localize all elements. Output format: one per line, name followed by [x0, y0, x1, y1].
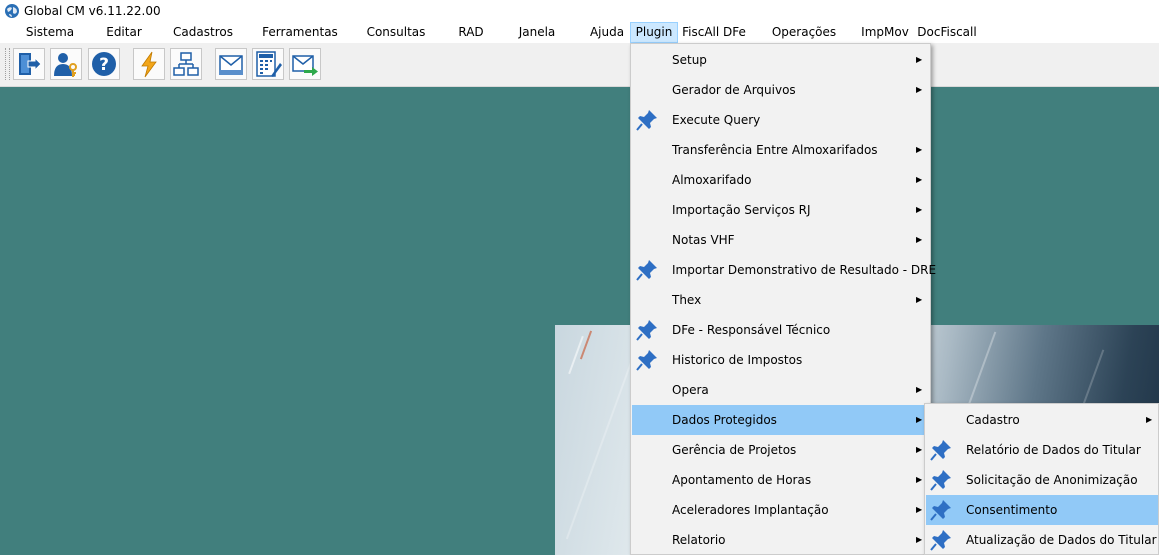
submenu-item-cadastro[interactable]: Cadastro ▶: [926, 405, 1158, 435]
inbox-mail-icon: [219, 55, 243, 75]
chevron-right-icon: ▶: [916, 295, 923, 304]
exit-button[interactable]: [13, 48, 45, 80]
calculator-edit-icon: [256, 51, 282, 77]
chevron-right-icon: ▶: [916, 385, 923, 394]
window-title: Global CM v6.11.22.00: [24, 4, 161, 18]
chevron-right-icon: ▶: [1146, 415, 1153, 424]
submenu-item-solicitacao-anonimizacao[interactable]: Solicitação de Anonimização: [926, 465, 1158, 495]
menu-docfiscall[interactable]: DocFiscall: [916, 22, 978, 43]
globe-icon: [5, 4, 19, 18]
menu-janela[interactable]: Janela: [514, 22, 560, 43]
org-chart-button[interactable]: [170, 48, 202, 80]
menu-item-historico-de-impostos[interactable]: Historico de Impostos: [632, 345, 929, 375]
lightning-icon: [141, 51, 157, 78]
submenu-item-relatorio-dados-titular[interactable]: Relatório de Dados do Titular: [926, 435, 1158, 465]
chevron-right-icon: ▶: [916, 235, 923, 244]
menu-item-aceleradores-implantacao[interactable]: Aceleradores Implantação ▶: [632, 495, 929, 525]
chevron-right-icon: ▶: [916, 145, 923, 154]
menu-fiscall-dfe[interactable]: FiscAll DFe: [681, 22, 747, 43]
menu-item-thex[interactable]: Thex ▶: [632, 285, 929, 315]
menu-item-gerador-de-arquivos[interactable]: Gerador de Arquivos ▶: [632, 75, 929, 105]
pin-icon: [930, 440, 951, 461]
menu-item-almoxarifado[interactable]: Almoxarifado ▶: [632, 165, 929, 195]
calculator-edit-button[interactable]: [252, 48, 284, 80]
help-button[interactable]: ?: [88, 48, 120, 80]
menu-operacoes-resort[interactable]: Operações Resort: [752, 22, 856, 60]
menu-consultas[interactable]: Consultas: [360, 22, 432, 43]
user-key-icon: [54, 53, 77, 77]
send-mail-button[interactable]: [289, 48, 321, 80]
menu-item-dados-protegidos[interactable]: Dados Protegidos ▶: [632, 405, 929, 435]
menu-item-apontamento-de-horas[interactable]: Apontamento de Horas ▶: [632, 465, 929, 495]
inbox-mail-button[interactable]: [215, 48, 247, 80]
menu-item-notas-vhf[interactable]: Notas VHF ▶: [632, 225, 929, 255]
pin-icon: [636, 110, 657, 131]
chevron-right-icon: ▶: [916, 505, 923, 514]
exit-icon: [19, 53, 42, 75]
chevron-right-icon: ▶: [916, 205, 923, 214]
pin-icon: [930, 530, 951, 551]
menu-item-dfe-responsavel-tecnico[interactable]: DFe - Responsável Técnico: [632, 315, 929, 345]
chevron-right-icon: ▶: [916, 415, 923, 424]
menu-item-transferencia-entre-almoxarifados[interactable]: Transferência Entre Almoxarifados ▶: [632, 135, 929, 165]
menu-item-gerencia-de-projetos[interactable]: Gerência de Projetos ▶: [632, 435, 929, 465]
org-chart-icon: [173, 52, 199, 76]
send-mail-icon: [292, 55, 318, 76]
menu-item-importacao-servicos-rj[interactable]: Importação Serviços RJ ▶: [632, 195, 929, 225]
chevron-right-icon: ▶: [916, 175, 923, 184]
menu-plugin[interactable]: Plugin: [630, 22, 678, 43]
menu-bar: Sistema Editar Cadastros Ferramentas Con…: [0, 22, 1159, 60]
svg-text:?: ?: [99, 55, 109, 75]
dados-protegidos-submenu: Cadastro ▶ Relatório de Dados do Titular…: [924, 403, 1159, 555]
toolbar: ?: [0, 43, 1159, 87]
chevron-right-icon: ▶: [916, 475, 923, 484]
menu-item-importar-dre[interactable]: Importar Demonstrativo de Resultado - DR…: [632, 255, 936, 285]
pin-icon: [930, 500, 951, 521]
pin-icon: [636, 320, 657, 341]
menu-ajuda[interactable]: Ajuda: [586, 22, 628, 43]
user-key-button[interactable]: [50, 48, 82, 80]
lightning-button[interactable]: [133, 48, 165, 80]
menu-editar[interactable]: Editar: [96, 22, 152, 43]
toolbar-grip[interactable]: [5, 48, 10, 80]
plugin-menu: Setup ▶ Gerador de Arquivos ▶ Execute Qu…: [630, 43, 936, 555]
submenu-item-atualizacao-dados-titular[interactable]: Atualização de Dados do Titular: [926, 525, 1158, 555]
chevron-right-icon: ▶: [916, 85, 923, 94]
menu-sistema[interactable]: Sistema: [16, 22, 84, 43]
chevron-right-icon: ▶: [916, 535, 923, 544]
menu-item-opera[interactable]: Opera ▶: [632, 375, 929, 405]
chevron-right-icon: ▶: [916, 55, 923, 64]
menu-cadastros[interactable]: Cadastros: [164, 22, 242, 43]
chevron-right-icon: ▶: [916, 445, 923, 454]
menu-ferramentas[interactable]: Ferramentas: [256, 22, 344, 43]
title-bar: Global CM v6.11.22.00: [0, 0, 1159, 22]
submenu-item-consentimento[interactable]: Consentimento: [926, 495, 1158, 525]
menu-impmov[interactable]: ImpMov: [859, 22, 911, 43]
menu-item-execute-query[interactable]: Execute Query: [632, 105, 929, 135]
menu-item-relatorio[interactable]: Relatorio ▶: [632, 525, 929, 555]
help-icon: ?: [92, 52, 116, 76]
pin-icon: [636, 350, 657, 371]
menu-item-setup[interactable]: Setup ▶: [632, 45, 929, 75]
menu-rad[interactable]: RAD: [452, 22, 490, 43]
pin-icon: [636, 260, 657, 281]
pin-icon: [930, 470, 951, 491]
